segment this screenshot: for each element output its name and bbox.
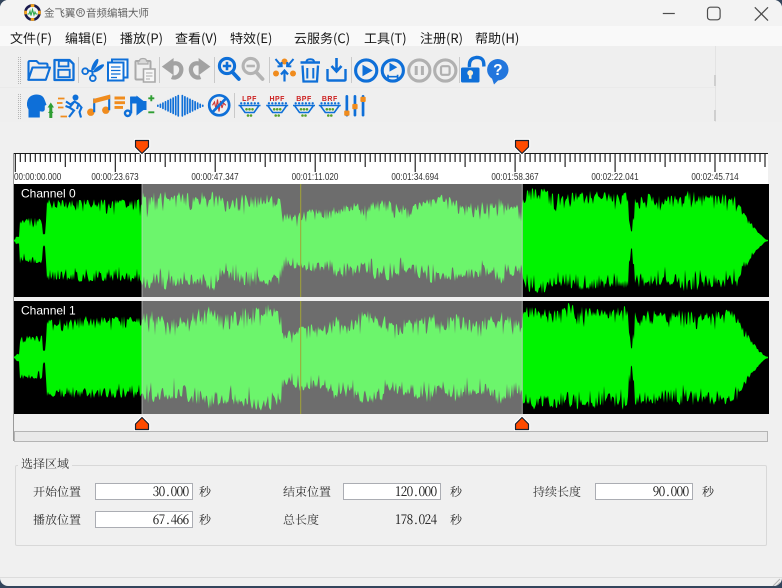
svg-text:Channel 0: Channel 0 xyxy=(21,187,76,201)
svg-text:BPF: BPF xyxy=(296,96,312,103)
svg-text:Channel 1: Channel 1 xyxy=(21,304,76,318)
svg-text:?: ? xyxy=(493,62,502,79)
svg-text:BRF: BRF xyxy=(322,96,338,103)
svg-text:LPF: LPF xyxy=(242,96,257,103)
svg-text:HPF: HPF xyxy=(269,96,285,103)
